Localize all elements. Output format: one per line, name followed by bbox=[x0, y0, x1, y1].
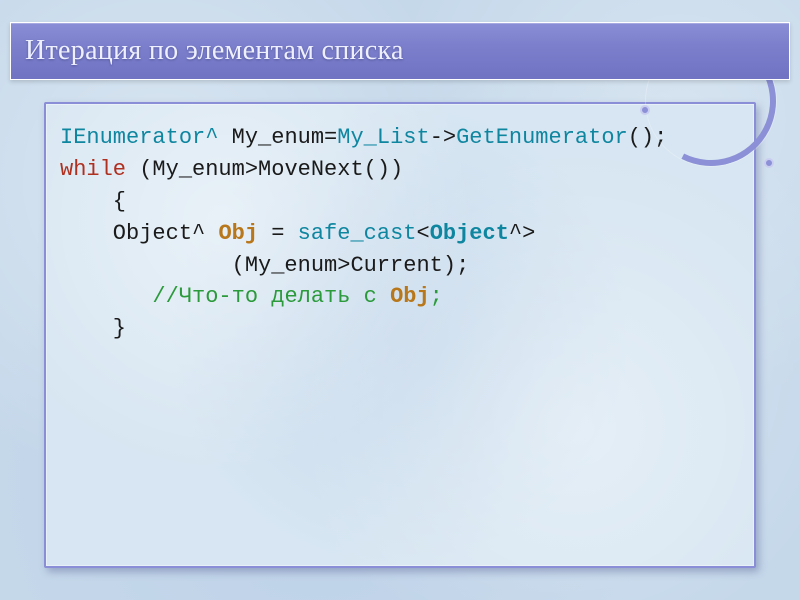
code-token-obj: Obj bbox=[390, 284, 430, 309]
slide-title-bar: Итерация по элементам списка bbox=[10, 22, 790, 80]
code-token-comment: //Что-то делать с Obj; bbox=[152, 284, 442, 309]
code-token: Object^ bbox=[60, 221, 218, 246]
slide-title: Итерация по элементам списка bbox=[25, 35, 404, 67]
code-token bbox=[60, 284, 152, 309]
code-token: //Что-то делать с bbox=[152, 284, 390, 309]
code-block: IEnumerator^ My_enum=My_List->GetEnumera… bbox=[60, 122, 736, 345]
decorative-dot bbox=[640, 105, 650, 115]
code-token: ; bbox=[430, 284, 443, 309]
code-token: } bbox=[60, 316, 126, 341]
code-token: (My_enum>Current); bbox=[60, 253, 469, 278]
code-token: ^> bbox=[509, 221, 535, 246]
code-token: < bbox=[416, 221, 429, 246]
code-token: My_enum= bbox=[232, 125, 338, 150]
code-token: My_List bbox=[337, 125, 429, 150]
decorative-dot bbox=[764, 158, 774, 168]
code-token-obj: Obj bbox=[218, 221, 258, 246]
code-token: Object bbox=[430, 221, 509, 246]
code-token: safe_cast bbox=[298, 221, 417, 246]
code-token: (My_enum>MoveNext()) bbox=[126, 157, 403, 182]
code-token: GetEnumerator bbox=[456, 125, 628, 150]
code-token: IEnumerator^ bbox=[60, 125, 232, 150]
code-token: -> bbox=[430, 125, 456, 150]
code-card: IEnumerator^ My_enum=My_List->GetEnumera… bbox=[44, 102, 756, 568]
code-token: = bbox=[258, 221, 298, 246]
code-token-keyword: while bbox=[60, 157, 126, 182]
code-token: { bbox=[60, 189, 126, 214]
